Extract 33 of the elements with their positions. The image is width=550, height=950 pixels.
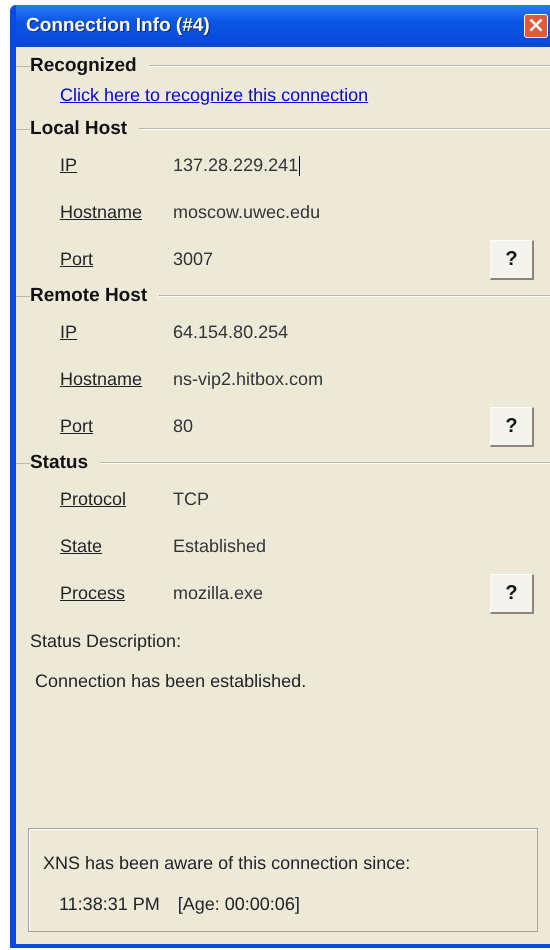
field-label: Port [60,416,94,437]
recognize-link[interactable]: Click here to recognize this connection [60,85,368,106]
help-button[interactable]: ? [490,406,534,446]
section-heading: Recognized [30,55,137,77]
field-value[interactable]: Established [173,536,266,557]
section-heading: Remote Host [30,285,148,307]
field-value[interactable]: ns-vip2.hitbox.com [173,369,324,390]
field-label: Process [60,583,126,604]
field-label: Port [60,249,94,270]
window-title: Connection Info (#4) [26,15,210,37]
field-label: Protocol [60,489,128,510]
field-value[interactable]: 3007 [173,249,214,270]
field-label: IP [60,322,78,343]
field-value[interactable]: mozilla.exe [173,583,264,604]
field-label: State [60,536,104,557]
field-value[interactable]: 80 [173,416,194,437]
help-button[interactable]: ? [490,574,534,614]
field-label: IP [60,155,78,176]
status-description: Connection has been established. [35,671,308,692]
section-heading: Status [30,452,88,474]
field-label: Hostname [60,202,144,223]
help-button[interactable]: ? [490,240,534,280]
connection-time: 11:38:31 PM [59,894,160,915]
field-value[interactable]: 64.154.80.254 [173,322,288,343]
awareness-text: XNS has been aware of this connection since: [43,853,412,874]
section-heading: Local Host [30,118,128,140]
connection-age: [Age: 00:00:06] [178,894,300,915]
status-description-label: Status Description: [30,631,182,652]
field-label: Hostname [60,369,144,390]
field-value[interactable]: moscow.uwec.edu [173,202,320,223]
field-value[interactable]: TCP [173,489,209,510]
close-button[interactable]: × [524,14,548,38]
field-value[interactable]: 137.28.229.241 [173,155,300,176]
